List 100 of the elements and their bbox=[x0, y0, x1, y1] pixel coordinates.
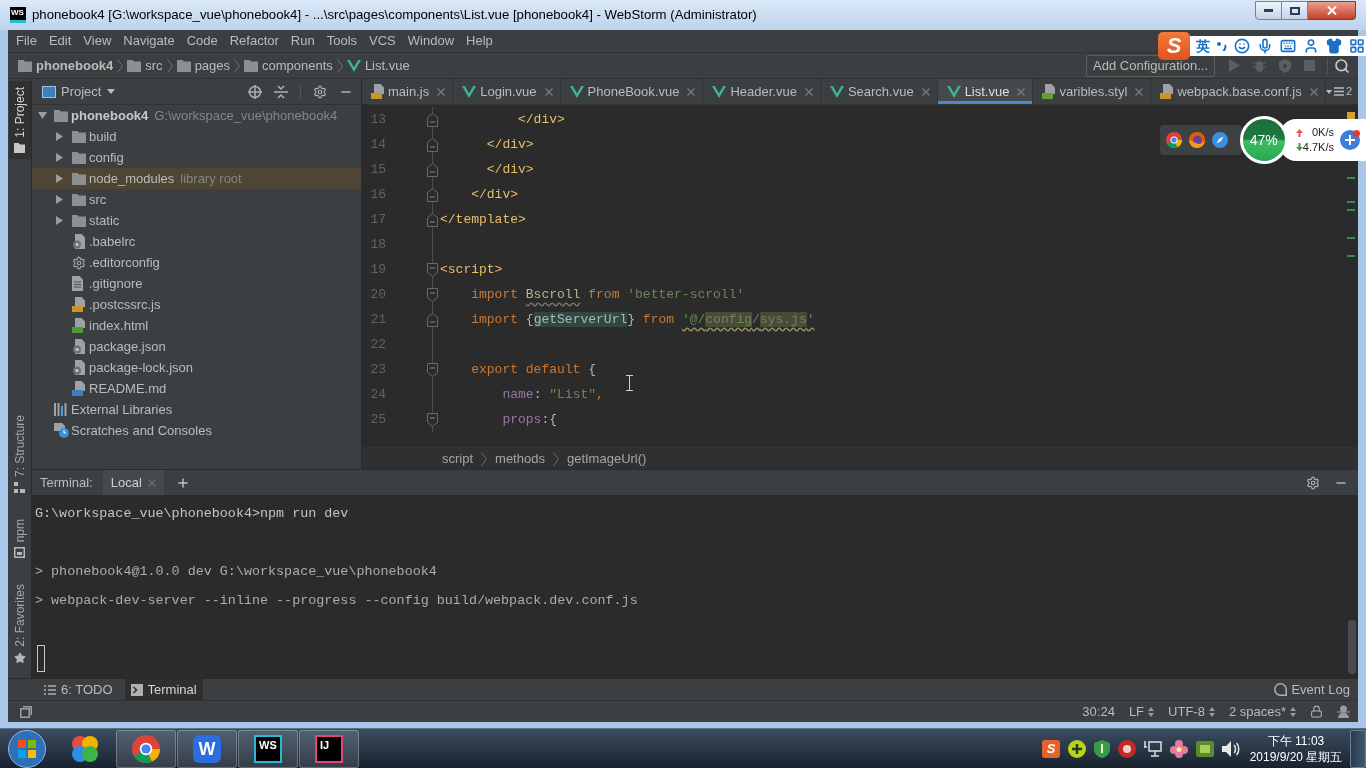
editor-tab[interactable]: Login.vue bbox=[453, 79, 561, 104]
minimize-button[interactable] bbox=[1255, 1, 1282, 20]
caret-position[interactable]: 30:24 bbox=[1082, 701, 1115, 722]
tree-item[interactable]: build bbox=[32, 126, 361, 147]
flower-icon[interactable] bbox=[1170, 739, 1188, 758]
menu-item[interactable]: Window bbox=[401, 31, 461, 51]
line-separator-selector[interactable]: LF bbox=[1128, 701, 1155, 722]
ime-tray-button[interactable]: S bbox=[1042, 739, 1060, 758]
grid-icon[interactable] bbox=[1349, 38, 1365, 54]
smile-icon[interactable] bbox=[1234, 38, 1250, 54]
tree-item[interactable]: External Libraries bbox=[32, 399, 361, 420]
breadcrumb-item[interactable]: List.vue bbox=[346, 55, 410, 76]
close-icon[interactable] bbox=[1309, 87, 1318, 96]
settings-icon[interactable] bbox=[313, 84, 327, 99]
breadcrumb-item[interactable]: phonebook4 bbox=[18, 55, 114, 76]
editor-tab[interactable]: PhoneBook.vue bbox=[560, 79, 704, 104]
fold-marker-icon[interactable] bbox=[426, 162, 438, 177]
editor-tab[interactable]: varibles.styl bbox=[1033, 79, 1152, 104]
fold-marker-icon[interactable] bbox=[426, 112, 438, 127]
editor-tab[interactable]: webpack.base.conf.js bbox=[1151, 79, 1326, 104]
square-app-icon[interactable] bbox=[1196, 740, 1214, 757]
crosshair-icon[interactable] bbox=[248, 84, 262, 99]
speaker-icon[interactable] bbox=[1222, 740, 1240, 757]
menu-item[interactable]: Code bbox=[180, 31, 224, 51]
breadcrumb-item[interactable]: components bbox=[244, 55, 333, 76]
breadcrumb-item[interactable]: script bbox=[442, 448, 474, 469]
caret-down-icon[interactable] bbox=[38, 112, 47, 119]
menu-item[interactable]: Run bbox=[284, 31, 321, 51]
taskbar-app[interactable] bbox=[116, 729, 176, 768]
fold-marker-icon[interactable] bbox=[426, 287, 438, 302]
overlapping-squares-icon[interactable] bbox=[20, 705, 32, 718]
network-icon[interactable] bbox=[1144, 740, 1162, 757]
compass-icon[interactable] bbox=[1212, 132, 1228, 148]
event-log-button[interactable]: Event Log bbox=[1270, 679, 1354, 700]
tree-item[interactable]: .editorconfig bbox=[32, 252, 361, 273]
caret-right-icon[interactable] bbox=[56, 174, 63, 183]
close-icon[interactable] bbox=[1135, 87, 1144, 96]
punctuation-icon[interactable] bbox=[1217, 41, 1227, 51]
microphone-icon[interactable] bbox=[1257, 38, 1273, 54]
menu-item[interactable]: Refactor bbox=[223, 31, 285, 51]
fold-marker-icon[interactable] bbox=[426, 187, 438, 202]
tree-item[interactable]: src bbox=[32, 189, 361, 210]
breadcrumb-item[interactable]: pages bbox=[176, 55, 231, 76]
tree-item[interactable]: index.html bbox=[32, 315, 361, 336]
editor-tab[interactable]: main.js bbox=[362, 79, 454, 104]
breadcrumb-item[interactable]: methods bbox=[495, 448, 545, 469]
fold-marker-icon[interactable] bbox=[426, 412, 438, 427]
caret-right-icon[interactable] bbox=[56, 216, 63, 225]
menu-item[interactable]: View bbox=[77, 31, 118, 51]
fold-marker-icon[interactable] bbox=[426, 362, 438, 377]
caret-right-icon[interactable] bbox=[56, 195, 63, 204]
search-icon[interactable] bbox=[1334, 57, 1350, 74]
side-tab[interactable]: npm bbox=[8, 512, 31, 565]
close-icon[interactable] bbox=[437, 87, 446, 96]
tool-window-tab[interactable]: 6: TODO bbox=[38, 679, 119, 700]
tree-item[interactable]: Scratches and Consoles bbox=[32, 420, 361, 441]
tree-item[interactable]: .babelrc bbox=[32, 231, 361, 252]
breadcrumb-item[interactable]: src bbox=[127, 55, 163, 76]
editor-tab[interactable]: Search.vue bbox=[820, 79, 938, 104]
fold-marker-icon[interactable] bbox=[426, 262, 438, 277]
menu-item[interactable]: Tools bbox=[320, 31, 364, 51]
tree-item[interactable]: .postcssrc.js bbox=[32, 294, 361, 315]
fold-marker-icon[interactable] bbox=[426, 137, 438, 152]
collapse-all-icon[interactable] bbox=[274, 84, 288, 99]
fold-marker-icon[interactable] bbox=[426, 312, 438, 327]
encoding-selector[interactable]: UTF-8 bbox=[1168, 701, 1215, 722]
tray-clock-date[interactable]: 2019/9/20 星期五 bbox=[1249, 748, 1343, 765]
menu-item[interactable]: File bbox=[10, 31, 43, 51]
tray-clock-time[interactable]: 下午 11:03 bbox=[1267, 732, 1325, 749]
tree-item[interactable]: .gitignore bbox=[32, 273, 361, 294]
close-icon[interactable] bbox=[687, 87, 696, 96]
menu-item[interactable]: VCS bbox=[363, 31, 402, 51]
plus-circle-icon[interactable] bbox=[1068, 739, 1086, 758]
close-icon[interactable] bbox=[544, 87, 553, 96]
menu-item[interactable]: Navigate bbox=[117, 31, 181, 51]
editor-tab[interactable]: Header.vue bbox=[703, 79, 821, 104]
tab-list-button[interactable]: 2 bbox=[1325, 79, 1352, 104]
tree-item[interactable]: static bbox=[32, 210, 361, 231]
ime-logo[interactable]: S bbox=[1158, 32, 1190, 60]
browser-icon[interactable] bbox=[1166, 132, 1182, 148]
side-tab[interactable]: 1: Project bbox=[8, 81, 31, 159]
shirt-icon[interactable] bbox=[1326, 38, 1342, 54]
tree-item[interactable]: README.md bbox=[32, 378, 361, 399]
show-desktop-button[interactable] bbox=[1350, 729, 1366, 768]
close-icon[interactable] bbox=[921, 87, 930, 96]
add-button[interactable] bbox=[1340, 130, 1360, 150]
menu-item[interactable]: Edit bbox=[42, 31, 78, 51]
caret-right-icon[interactable] bbox=[56, 132, 63, 141]
keyboard-icon[interactable] bbox=[1280, 38, 1296, 54]
tree-item[interactable]: phonebook4 G:\workspace_vue\phonebook4 bbox=[32, 105, 361, 126]
breadcrumb-item[interactable]: getImageUrl() bbox=[566, 448, 647, 469]
menu-item[interactable]: Help bbox=[460, 31, 499, 51]
circle-logo-icon[interactable] bbox=[1118, 739, 1136, 758]
taskbar-app[interactable]: IJ bbox=[299, 729, 359, 768]
settings-icon[interactable] bbox=[1306, 475, 1320, 490]
taskbar-app[interactable]: W bbox=[177, 729, 237, 768]
shield-icon[interactable] bbox=[1094, 739, 1110, 758]
ime-mode-button[interactable]: 英 bbox=[1196, 39, 1210, 53]
indent-selector[interactable]: 2 spaces* bbox=[1228, 701, 1296, 722]
tree-item[interactable]: package-lock.json bbox=[32, 357, 361, 378]
